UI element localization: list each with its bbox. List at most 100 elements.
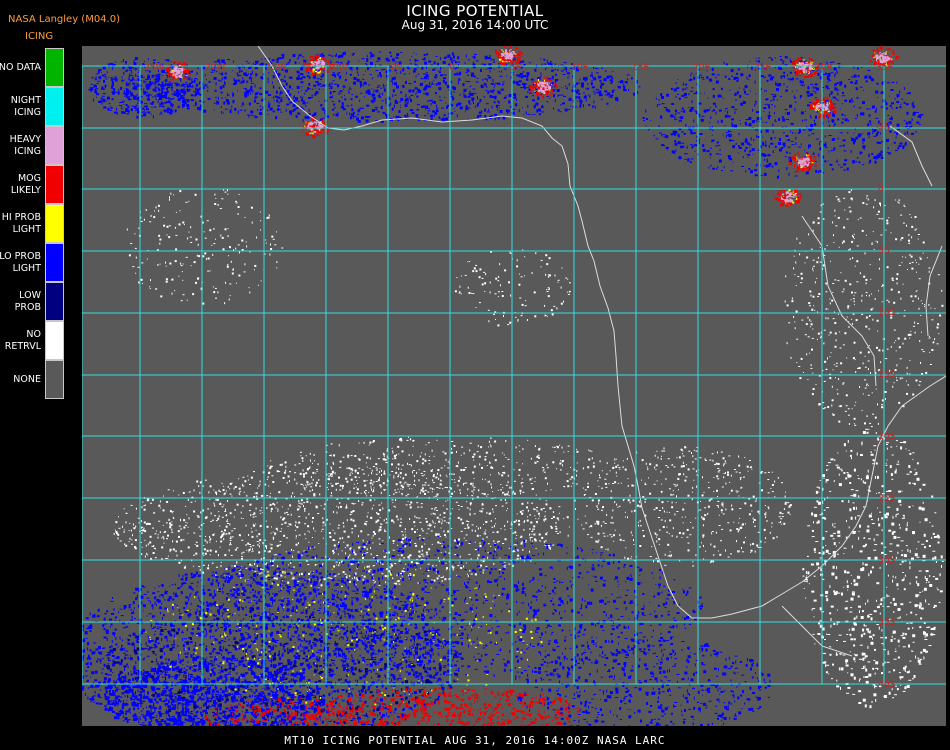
icing-pixel [902, 690, 906, 692]
icing-pixel [300, 709, 302, 711]
icing-pixel [128, 604, 132, 606]
icing-pixel [410, 573, 412, 576]
icing-pixel [317, 463, 319, 466]
icing-pixel [887, 506, 891, 508]
icing-pixel [444, 486, 447, 488]
icing-pixel [903, 315, 906, 317]
icing-pixel [180, 262, 182, 265]
icing-pixel [849, 283, 852, 286]
icing-pixel [320, 530, 322, 532]
icing-pixel [730, 489, 733, 492]
icing-pixel [239, 494, 241, 496]
icing-pixel [837, 534, 841, 537]
icing-pixel [710, 543, 712, 546]
icing-pixel [327, 660, 329, 662]
icing-pixel [854, 424, 857, 426]
icing-pixel [422, 555, 425, 557]
icing-pixel [873, 445, 877, 447]
icing-pixel [829, 331, 832, 334]
icing-pixel [456, 465, 459, 468]
icing-pixel [859, 272, 861, 275]
icing-pixel [295, 535, 297, 538]
icing-pixel [215, 540, 217, 542]
icing-pixel [834, 523, 836, 525]
icing-pixel [858, 702, 862, 704]
icing-pixel [454, 641, 458, 643]
icing-pixel [167, 700, 170, 704]
icing-pixel [113, 533, 115, 535]
icing-pixel [855, 506, 857, 510]
icing-pixel [614, 462, 616, 464]
icing-pixel [627, 516, 628, 519]
icing-pixel [615, 465, 618, 468]
icing-pixel [494, 293, 497, 295]
icing-pixel [872, 667, 875, 670]
icing-pixel [898, 490, 902, 493]
icing-pixel [143, 527, 145, 530]
icing-pixel [692, 486, 694, 489]
icing-pixel [351, 531, 353, 534]
icing-pixel [321, 720, 324, 724]
icing-pixel [741, 486, 743, 488]
icing-pixel [350, 478, 353, 481]
icing-pixel [369, 499, 372, 502]
icing-pixel [469, 261, 471, 262]
icing-pixel [354, 576, 355, 579]
icing-pixel [349, 554, 351, 557]
icing-pixel [419, 491, 421, 494]
icing-pixel [906, 685, 910, 688]
icing-pixel [879, 511, 882, 513]
icing-pixel [702, 524, 704, 527]
icing-pixel [421, 487, 424, 490]
icing-pixel [533, 533, 536, 536]
icing-pixel [311, 537, 313, 538]
icing-pixel [401, 681, 405, 683]
icing-pixel [418, 517, 421, 519]
icing-pixel [153, 511, 155, 514]
icing-pixel [630, 558, 632, 560]
icing-pixel [939, 573, 941, 576]
icing-pixel [446, 567, 448, 570]
icing-pixel [422, 537, 425, 539]
icing-pixel [805, 323, 808, 326]
icing-pixel [613, 540, 615, 542]
icing-pixel [875, 388, 877, 390]
icing-pixel [800, 357, 803, 360]
icing-pixel [213, 589, 215, 593]
icing-pixel [426, 532, 428, 534]
icing-pixel [394, 489, 396, 492]
icing-pixel [897, 513, 899, 515]
icing-pixel [671, 506, 674, 509]
icing-pixel [919, 257, 922, 260]
icing-pixel [450, 512, 452, 515]
icing-pixel [285, 684, 287, 686]
icing-pixel [524, 556, 526, 558]
icing-pixel [917, 238, 919, 240]
icing-pixel [172, 490, 174, 492]
icing-pixel [794, 321, 796, 323]
icing-pixel [408, 464, 411, 466]
icing-pixel [294, 521, 296, 523]
icing-pixel [252, 545, 255, 547]
icing-pixel [419, 521, 422, 523]
icing-pixel [294, 472, 297, 474]
icing-pixel [900, 214, 903, 216]
icing-pixel [699, 545, 701, 548]
icing-pixel [155, 206, 157, 209]
icing-pixel [266, 217, 268, 219]
icing-pixel [870, 453, 874, 456]
icing-pixel [835, 545, 837, 547]
icing-pixel [97, 608, 100, 612]
icing-pixel [346, 467, 349, 469]
icing-pixel [256, 236, 258, 239]
icing-pixel [582, 528, 585, 530]
icing-pixel [442, 575, 444, 578]
icing-pixel [235, 200, 237, 202]
icing-pixel [930, 633, 934, 636]
icing-pixel [497, 296, 499, 298]
icing-pixel [244, 263, 246, 266]
icing-pixel [591, 450, 593, 452]
legend-label-line1: NO [26, 328, 41, 340]
icing-pixel [298, 463, 301, 465]
icing-pixel [371, 507, 373, 510]
